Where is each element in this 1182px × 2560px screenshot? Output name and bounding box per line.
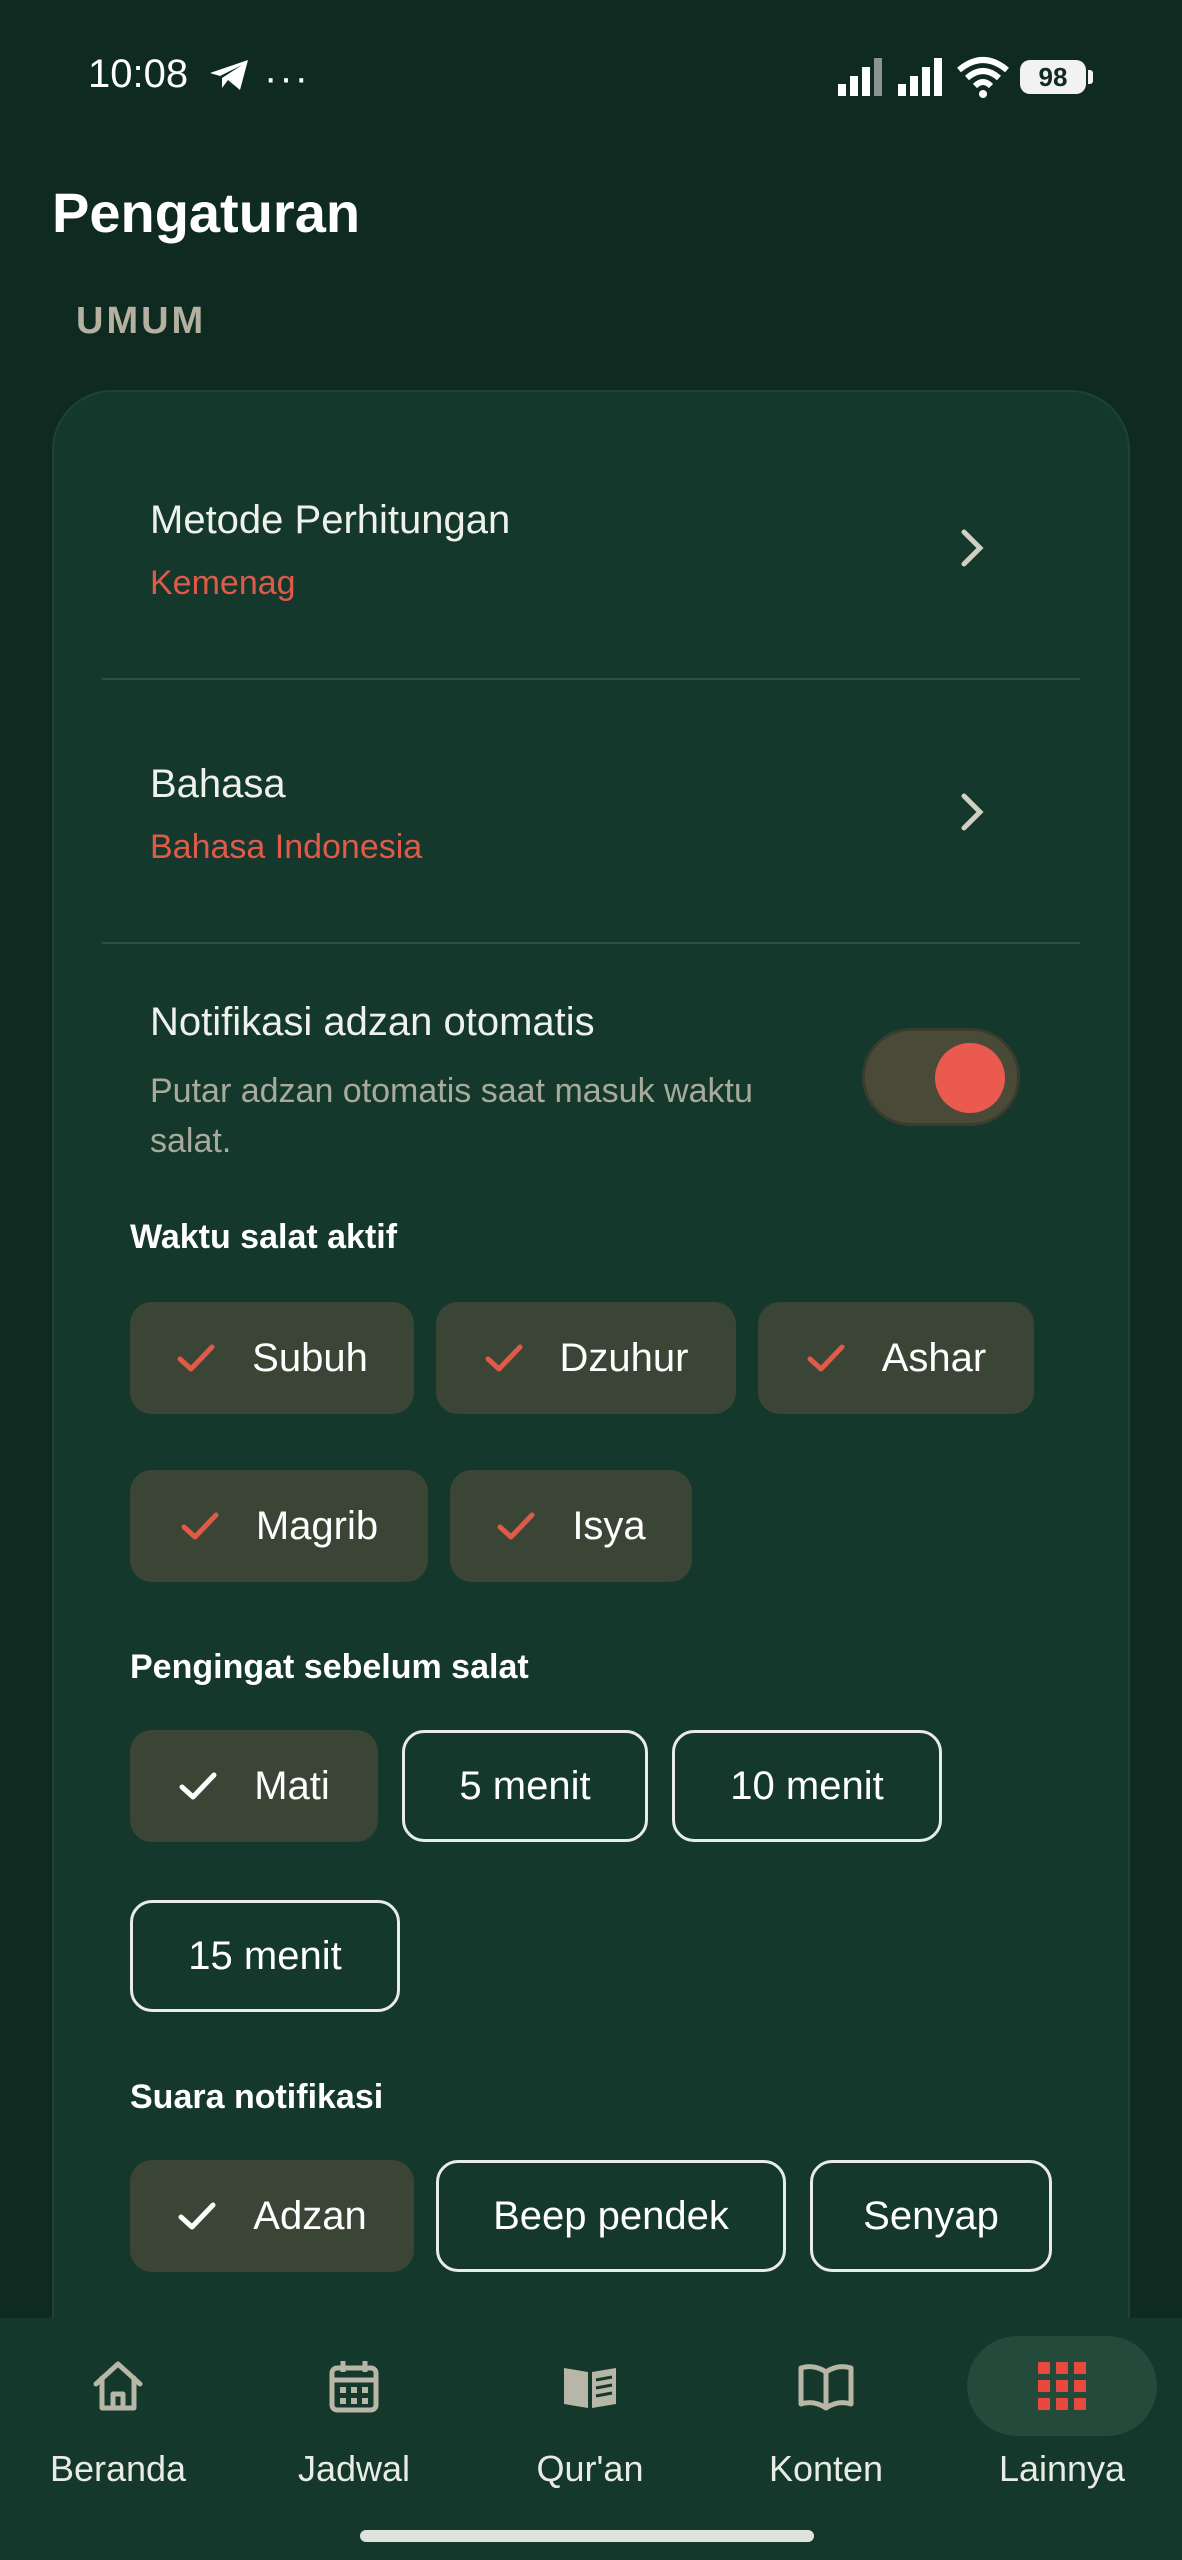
sound-chip-adzan[interactable]: Adzan	[130, 2160, 414, 2272]
nav-jadwal[interactable]: Jadwal	[236, 2318, 472, 2560]
section-label: UMUM	[76, 300, 207, 342]
chevron-right-icon	[961, 529, 984, 567]
signal-icon	[838, 58, 882, 96]
sound-chip-beep[interactable]: Beep pendek	[436, 2160, 786, 2272]
signal-icon	[898, 58, 942, 96]
telegram-icon	[210, 60, 248, 90]
book-icon	[564, 2368, 616, 2408]
chip-label: 10 menit	[730, 1763, 884, 1808]
nav-quran[interactable]: Qur'an	[472, 2318, 708, 2560]
check-icon	[485, 1344, 523, 1372]
check-icon	[178, 2202, 216, 2230]
calendar-icon	[329, 2361, 379, 2413]
chip-label: 5 menit	[459, 1763, 591, 1808]
prayer-times-label: Waktu salat aktif	[130, 1218, 398, 1256]
home-indicator[interactable]	[360, 2530, 814, 2542]
nav-label: Qur'an	[536, 2448, 644, 2489]
sound-label: Suara notifikasi	[130, 2078, 384, 2116]
language-title: Bahasa	[150, 762, 286, 806]
chevron-right-icon	[961, 793, 984, 831]
status-bar: 10:08 ··· 98	[0, 0, 1182, 160]
check-icon	[179, 1772, 217, 1800]
chip-label: Ashar	[881, 1335, 987, 1380]
status-time: 10:08	[88, 52, 189, 96]
chip-label: Isya	[572, 1503, 646, 1548]
reminder-chip-15[interactable]: 15 menit	[130, 1900, 400, 2012]
method-title: Metode Perhitungan	[150, 498, 511, 542]
bottom-navigation: Beranda Jadwal Qur'an Konten Lainnya	[0, 2318, 1182, 2560]
chip-label: Dzuhur	[559, 1335, 689, 1380]
battery-indicator: 98	[1020, 60, 1086, 94]
wifi-icon	[957, 57, 1009, 98]
check-icon	[181, 1512, 219, 1540]
nav-konten[interactable]: Konten	[708, 2318, 944, 2560]
divider	[102, 942, 1080, 944]
prayer-chip-isya[interactable]: Isya	[450, 1470, 692, 1582]
battery-tip	[1088, 70, 1093, 84]
chip-label: Beep pendek	[493, 2193, 729, 2238]
grid-icon	[1038, 2362, 1086, 2410]
page-title: Pengaturan	[52, 181, 361, 244]
open-book-icon	[798, 2364, 854, 2411]
chip-label: Adzan	[253, 2193, 367, 2238]
chip-label: Magrib	[255, 1503, 379, 1548]
chip-label: Senyap	[863, 2193, 999, 2238]
auto-adzan-description: Putar adzan otomatis saat masuk waktu sa…	[150, 1072, 753, 1160]
prayer-chip-subuh[interactable]: Subuh	[130, 1302, 414, 1414]
chip-label: Mati	[254, 1763, 330, 1808]
more-notifications-icon: ···	[264, 56, 310, 100]
nav-label: Lainnya	[998, 2448, 1126, 2489]
prayer-chip-magrib[interactable]: Magrib	[130, 1470, 428, 1582]
auto-adzan-title: Notifikasi adzan otomatis	[150, 1000, 595, 1044]
toggle-knob	[935, 1043, 1005, 1113]
method-value: Kemenag	[150, 564, 296, 602]
prayer-chip-ashar[interactable]: Ashar	[758, 1302, 1034, 1414]
reminder-chip-off[interactable]: Mati	[130, 1730, 378, 1842]
check-icon	[497, 1512, 535, 1540]
reminder-label: Pengingat sebelum salat	[130, 1648, 529, 1686]
nav-beranda[interactable]: Beranda	[0, 2318, 236, 2560]
check-icon	[177, 1344, 215, 1372]
language-value: Bahasa Indonesia	[150, 828, 423, 866]
sound-chip-silent[interactable]: Senyap	[810, 2160, 1052, 2272]
reminder-chip-5[interactable]: 5 menit	[402, 1730, 648, 1842]
divider	[102, 678, 1080, 680]
reminder-chip-10[interactable]: 10 menit	[672, 1730, 942, 1842]
nav-label: Jadwal	[297, 2448, 411, 2489]
auto-adzan-toggle[interactable]	[862, 1028, 1020, 1126]
check-icon	[807, 1344, 845, 1372]
chip-label: 15 menit	[188, 1933, 342, 1978]
prayer-chip-dzuhur[interactable]: Dzuhur	[436, 1302, 736, 1414]
nav-label: Konten	[768, 2448, 884, 2489]
chip-label: Subuh	[252, 1335, 368, 1380]
home-icon	[93, 2361, 143, 2411]
nav-lainnya[interactable]: Lainnya	[944, 2318, 1180, 2560]
nav-label: Beranda	[49, 2448, 187, 2489]
